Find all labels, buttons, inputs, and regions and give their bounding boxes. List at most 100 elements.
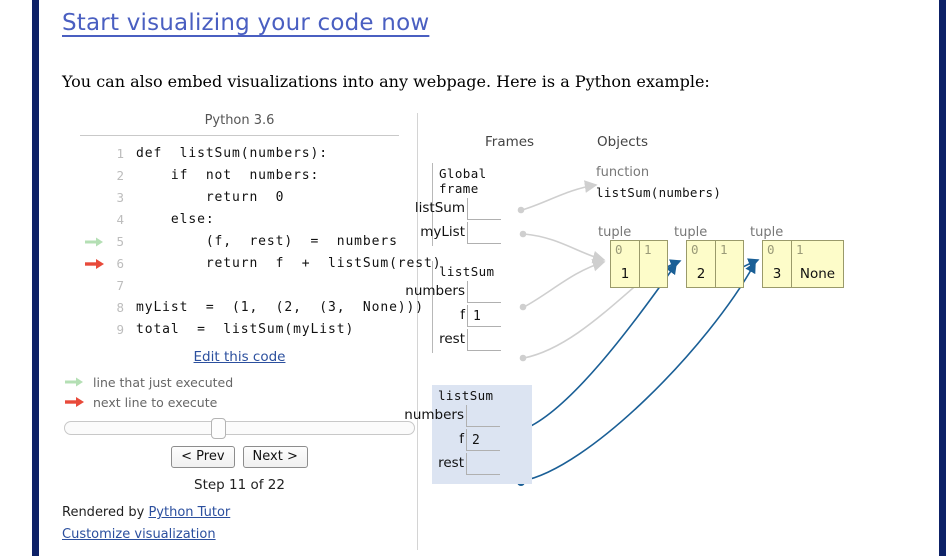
var-row-mylist: myList (420, 222, 523, 246)
legend-label-just-executed: line that just executed (93, 374, 234, 390)
legend-row-next-line: next line to execute (64, 392, 417, 412)
red-arrow-icon (65, 397, 84, 407)
object-type-tuple-2: tuple (674, 225, 708, 240)
python-version-label: Python 3.6 (204, 113, 275, 128)
frame-global: Global frame listSum myList (415, 163, 523, 246)
edit-this-code-link[interactable]: Edit this code (62, 349, 417, 365)
right-accent-bar (939, 0, 946, 556)
code-line-arrow-gutter (84, 231, 108, 253)
rendered-by-prefix: Rendered by (62, 505, 149, 520)
green-arrow-icon (85, 237, 103, 247)
var-pointer-cell (467, 329, 501, 351)
step-controls: < Prev Next > (62, 446, 417, 468)
frame-title: listSum (438, 388, 494, 403)
slider-handle[interactable] (211, 418, 227, 439)
page-root: Start visualizing your code now You can … (0, 0, 952, 556)
legend-label-next-line: next line to execute (93, 394, 218, 410)
var-row-rest: rest (432, 453, 532, 477)
code-line[interactable]: 7 (62, 275, 417, 297)
code-line[interactable]: 9 total = listSum(myList) (62, 319, 417, 341)
code-line[interactable]: 3 return 0 (62, 187, 417, 209)
var-value-cell: 2 (466, 429, 500, 451)
code-panel: Python 3.6 1 def listSum(numbers): 2 if no… (62, 113, 441, 542)
code-line[interactable]: 8 myList = (1, (2, (3, None))) (62, 297, 423, 319)
arrow-global-listsum (521, 180, 598, 211)
var-name: rest (438, 455, 464, 471)
code-line-arrow-gutter (84, 209, 108, 231)
left-accent-bar (32, 0, 39, 556)
function-signature: listSum(numbers) (596, 185, 722, 200)
tuple-object-2: 0 2 1 (686, 240, 744, 288)
var-row-listsum: listSum (415, 198, 523, 222)
code-line[interactable]: 6 return f + listSum(rest) (62, 253, 441, 275)
customize-visualization-link[interactable]: Customize visualization (62, 527, 417, 542)
tuple-cell: 0 1 (611, 241, 639, 287)
code-listing[interactable]: 1 def listSum(numbers): 2 if not numbers: 3… (62, 136, 441, 341)
code-line-text: (f, rest) = numbers (136, 234, 398, 249)
visualization-panel: Frames Objects Global frame listSum myLi… (404, 113, 938, 553)
code-line-arrow-gutter (84, 319, 108, 341)
python-tutor-link[interactable]: Python Tutor (148, 505, 230, 520)
var-name: f (460, 307, 465, 323)
prev-button[interactable]: < Prev (171, 446, 235, 468)
code-line-text: myList = (1, (2, (3, None))) (136, 300, 424, 315)
var-pointer-cell (467, 281, 501, 303)
code-line-number: 6 (116, 256, 124, 271)
var-row-numbers: numbers (405, 281, 523, 305)
code-line-text: def listSum(numbers): (136, 146, 328, 161)
var-name: numbers (405, 283, 465, 299)
frame-listsum-1: listSum numbers f 1 rest (405, 261, 523, 353)
code-line-text: else: (136, 212, 215, 227)
code-line-number: 8 (116, 300, 124, 315)
code-line-number: 4 (116, 212, 124, 227)
next-button[interactable]: Next > (242, 446, 308, 468)
arrow-active-numbers (521, 262, 677, 431)
tuple-value: 2 (696, 266, 706, 282)
frame-title: listSum (439, 264, 495, 279)
green-arrow-icon (65, 377, 83, 387)
step-slider[interactable] (62, 418, 417, 439)
tuple-cell: 1 (639, 241, 667, 287)
slider-track[interactable] (64, 418, 415, 439)
arrow-global-mylist (523, 233, 606, 264)
tuple-value: 1 (620, 266, 630, 282)
arrow-frame2-numbers (523, 258, 606, 308)
tuple-object-1: 0 1 1 (610, 240, 668, 288)
code-line-arrow-gutter (84, 143, 108, 165)
code-line-arrow-gutter (84, 297, 108, 319)
edit-this-code-label: Edit this code (193, 349, 286, 365)
var-value: 2 (472, 433, 480, 448)
object-type-function: function (596, 165, 650, 180)
red-arrow-icon (85, 259, 104, 269)
code-line[interactable]: 2 if not numbers: (62, 165, 417, 187)
var-name: listSum (414, 200, 465, 216)
code-line-text: return f + listSum(rest) (136, 256, 442, 271)
code-line-number: 3 (116, 190, 124, 205)
code-line-text: if not numbers: (136, 168, 320, 183)
var-row-f: f 1 (433, 305, 523, 329)
arrow-active-rest (521, 261, 756, 482)
var-row-numbers: numbers (404, 405, 532, 429)
arrow-frame2-rest (523, 275, 648, 359)
page-title[interactable]: Start visualizing your code now (62, 10, 429, 36)
tuple-value: None (799, 266, 836, 282)
code-line-text: return 0 (136, 190, 285, 205)
object-type-tuple-1: tuple (598, 225, 632, 240)
code-line-number: 9 (116, 322, 124, 337)
tuple-index: 0 (615, 242, 623, 257)
intro-paragraph: You can also embed visualizations into a… (62, 72, 710, 91)
var-pointer-cell (467, 198, 501, 220)
frame-listsum-2-active: listSum numbers f 2 rest (404, 385, 532, 484)
var-name: numbers (404, 407, 464, 423)
frame-title: Global frame (439, 166, 487, 196)
code-line[interactable]: 5 (f, rest) = numbers (62, 231, 417, 253)
tuple-value: 3 (772, 266, 782, 282)
var-row-f: f 2 (432, 429, 532, 453)
code-line-arrow-gutter (84, 165, 108, 187)
code-line[interactable]: 1 def listSum(numbers): (62, 143, 417, 165)
tuple-index: 0 (691, 242, 699, 257)
var-name: rest (439, 331, 465, 347)
var-pointer-cell (466, 453, 500, 475)
code-line[interactable]: 4 else: (62, 209, 417, 231)
var-value: 1 (473, 309, 481, 324)
